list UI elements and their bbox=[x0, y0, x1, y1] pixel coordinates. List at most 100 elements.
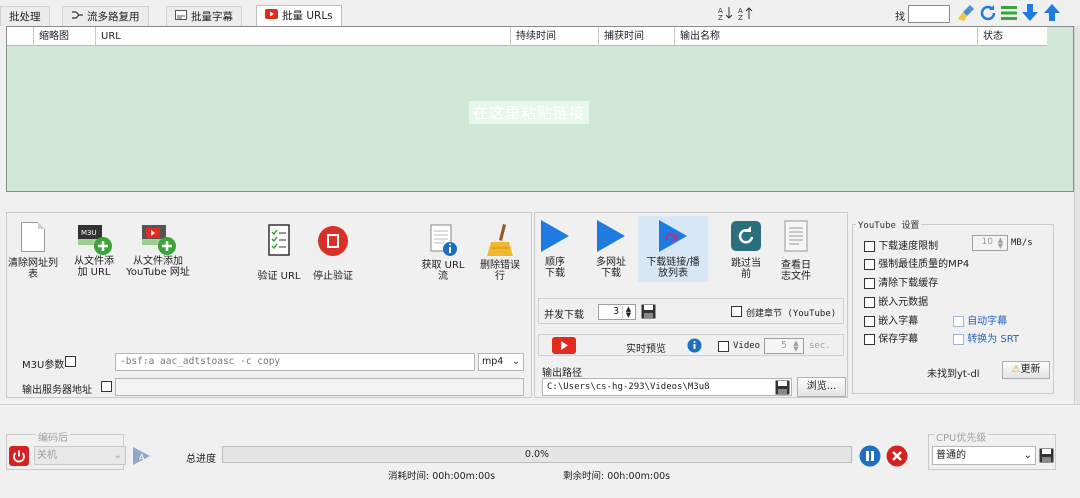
url-table[interactable]: 缩略图 URL 持续时间 捕获时间 输出名称 状态 在这里粘贴链接 bbox=[6, 26, 1074, 192]
tab-bar: 批处理 流多路复用 批量字幕 批量 URLs AZ AZ 找 bbox=[0, 0, 1080, 26]
clear-url-list-button[interactable]: 清除网址列表 bbox=[8, 222, 58, 280]
header-duration[interactable]: 持续时间 bbox=[511, 27, 599, 46]
concurrent-downloads-spinner[interactable]: 3 ▲ ▼ bbox=[598, 304, 636, 320]
save-icon[interactable] bbox=[775, 380, 790, 398]
get-url-stream-button[interactable]: 获取 URL 流 bbox=[418, 222, 468, 282]
add-youtube-url-from-file-button[interactable]: 从文件添加 YouTube 网址 bbox=[126, 222, 190, 278]
sort-descending-icon[interactable]: AZ bbox=[738, 5, 754, 24]
spinner-arrows-icon[interactable]: ▲ ▼ bbox=[995, 237, 1006, 250]
refresh-icon[interactable] bbox=[979, 4, 997, 25]
youtube-add-icon bbox=[139, 222, 177, 256]
convert-srt-checkbox[interactable] bbox=[953, 333, 964, 345]
view-log-button[interactable]: 查看日 志文件 bbox=[776, 220, 816, 282]
youtube-settings-title: YouTube 设置 bbox=[856, 218, 922, 231]
stop-verify-button[interactable]: 停止验证 bbox=[308, 222, 358, 282]
find-input[interactable] bbox=[908, 5, 950, 23]
after-encode-select[interactable]: 关机 ⌄ bbox=[34, 446, 126, 465]
header-thumbnail[interactable]: 缩略图 bbox=[34, 27, 96, 46]
move-up-icon[interactable] bbox=[1043, 3, 1061, 25]
convert-srt-label: 转换为 SRT bbox=[967, 334, 1020, 345]
find-label: 找 bbox=[895, 12, 905, 23]
sequential-download-button[interactable]: 顺序 下载 bbox=[538, 218, 572, 279]
delete-error-rows-button[interactable]: 删除错误 行 bbox=[474, 222, 526, 282]
svg-text:A: A bbox=[139, 453, 145, 462]
move-down-icon[interactable] bbox=[1021, 3, 1039, 25]
mux-icon bbox=[71, 7, 83, 27]
verify-url-button[interactable]: 验证 URL bbox=[256, 222, 302, 282]
power-icon[interactable] bbox=[9, 446, 29, 469]
cpu-priority-select[interactable]: 普通的 ⌄ bbox=[932, 446, 1036, 465]
output-path-input[interactable]: C:\Users\cs-hg-293\Videos\M3u8 bbox=[542, 378, 792, 396]
m3u-params-input[interactable]: -bsf:a aac_adtstoasc -c copy bbox=[115, 353, 475, 371]
header-capture-time[interactable]: 捕获时间 bbox=[599, 27, 675, 46]
pause-icon[interactable] bbox=[859, 445, 881, 470]
cpu-priority-label: CPU优先级 bbox=[934, 429, 989, 444]
add-url-from-file-button[interactable]: M3U 从文件添 加 URL bbox=[66, 222, 122, 278]
playlist-line2: 放列表 bbox=[658, 268, 688, 279]
output-server-input[interactable] bbox=[115, 378, 524, 396]
speed-limit-spinner[interactable]: 10 ▲ ▼ bbox=[972, 235, 1008, 251]
header-output-name[interactable]: 输出名称 bbox=[675, 27, 978, 46]
video-preview-checkbox[interactable] bbox=[718, 341, 729, 352]
encode-profile-icon[interactable]: A bbox=[130, 445, 152, 470]
embed-subs-row: 嵌入字幕 bbox=[864, 312, 918, 327]
tab-batch[interactable]: 批处理 bbox=[0, 6, 50, 26]
skip-current-button[interactable]: 跳过当 前 bbox=[726, 220, 766, 280]
header-url[interactable]: URL bbox=[96, 27, 511, 46]
document-info-icon bbox=[426, 222, 460, 260]
youtube-icon bbox=[265, 6, 278, 26]
output-server-checkbox[interactable] bbox=[101, 381, 112, 392]
verify-url-label: 验证 URL bbox=[257, 271, 301, 282]
clear-cache-row: 清除下载缓存 bbox=[864, 274, 938, 289]
vertical-scrollbar[interactable] bbox=[1074, 26, 1080, 404]
save-subs-row: 保存字幕 bbox=[864, 330, 918, 345]
force-best-checkbox[interactable] bbox=[864, 258, 875, 270]
log-line2: 志文件 bbox=[781, 271, 811, 282]
sort-ascending-icon[interactable]: AZ bbox=[718, 5, 734, 24]
format-select[interactable]: mp4 ⌄ bbox=[478, 353, 524, 371]
save-icon[interactable] bbox=[641, 304, 656, 322]
embed-metadata-checkbox[interactable] bbox=[864, 296, 875, 308]
clear-cache-checkbox[interactable] bbox=[864, 277, 875, 289]
create-chapters-checkbox[interactable] bbox=[731, 306, 742, 317]
spinner-arrows-icon[interactable]: ▲ ▼ bbox=[790, 340, 802, 353]
spinner-arrows-icon[interactable]: ▲ ▼ bbox=[622, 306, 634, 319]
info-icon[interactable] bbox=[687, 338, 702, 356]
concurrent-downloads-label: 并发下载 bbox=[544, 310, 584, 321]
multi-url-download-button[interactable]: 多网址 下载 bbox=[592, 218, 630, 279]
embed-metadata-label: 嵌入元数据 bbox=[878, 297, 929, 308]
speed-limit-value: 10 bbox=[981, 237, 993, 247]
embed-subs-checkbox[interactable] bbox=[864, 315, 875, 327]
clean-brush-icon[interactable] bbox=[957, 4, 975, 25]
save-icon[interactable] bbox=[1039, 448, 1054, 466]
embed-metadata-row: 嵌入元数据 bbox=[864, 293, 928, 308]
checklist-icon bbox=[264, 222, 294, 260]
tab-batch-urls[interactable]: 批量 URLs bbox=[256, 5, 342, 26]
header-corner bbox=[7, 27, 34, 46]
cancel-icon[interactable] bbox=[886, 445, 908, 470]
skip-line1: 跳过当 bbox=[731, 258, 761, 269]
download-playlist-button[interactable]: 下载链接/播 放列表 bbox=[638, 216, 708, 282]
header-status[interactable]: 状态 bbox=[978, 27, 1047, 46]
video-label: Video bbox=[733, 341, 761, 351]
speed-limit-checkbox[interactable] bbox=[864, 240, 875, 252]
browse-button[interactable]: 浏览... bbox=[797, 377, 846, 397]
video-seconds-spinner[interactable]: 5 ▲ ▼ bbox=[764, 338, 804, 354]
youtube-icon bbox=[552, 337, 576, 357]
tab-label: 批处理 bbox=[9, 11, 41, 23]
tab-stream-mux[interactable]: 流多路复用 bbox=[62, 6, 149, 26]
tab-label: 流多路复用 bbox=[87, 11, 140, 23]
remaining-time: 剩余时间: 00h:00m:00s bbox=[563, 471, 671, 482]
tab-batch-subtitles[interactable]: 批量字幕 bbox=[166, 6, 242, 26]
sequential-line2: 下载 bbox=[545, 268, 565, 279]
speed-unit-label: MB/s bbox=[1011, 238, 1033, 248]
log-line1: 查看日 bbox=[781, 260, 811, 271]
m3u-params-checkbox[interactable] bbox=[65, 356, 76, 367]
chevron-down-icon: ⌄ bbox=[113, 450, 122, 461]
update-button[interactable]: ⚠更新 bbox=[1002, 361, 1050, 379]
save-subs-checkbox[interactable] bbox=[864, 333, 875, 345]
auto-subs-checkbox[interactable] bbox=[953, 315, 964, 327]
chevron-down-icon: ⌄ bbox=[1023, 450, 1032, 461]
tab-label: 批量 URLs bbox=[282, 10, 333, 22]
list-view-icon[interactable] bbox=[1000, 4, 1018, 25]
